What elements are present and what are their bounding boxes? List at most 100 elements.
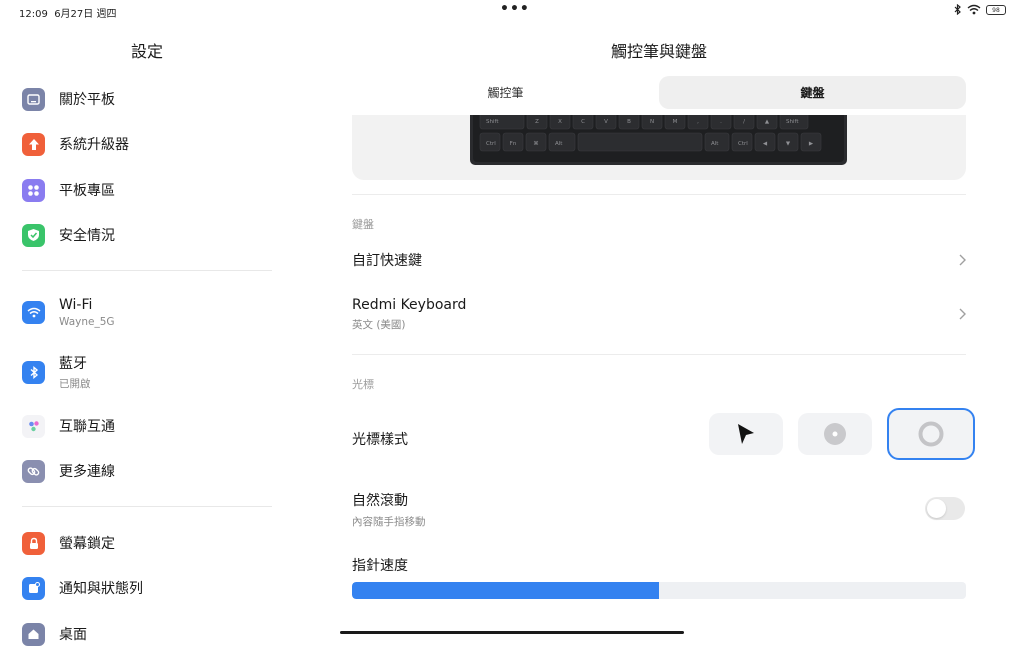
tab-stylus[interactable]: 觸控筆: [352, 76, 659, 109]
keyboard-illustration-card: Shift Z X C V B N M,. / ▲ Shift Ctrl Fn ⌘ Alt Alt Ctrl ◀…: [352, 115, 966, 180]
natural-scroll-label: 自然滾動: [352, 492, 408, 509]
keyboard-key-label: /: [743, 119, 745, 125]
sidebar-item-screen-lock[interactable]: 螢幕鎖定: [22, 523, 272, 563]
keyboard-key-label: Ctrl: [486, 141, 496, 147]
settings-sidebar: 設定 關於平板 系統升級器 平板專區 安全情況 Wi-Fi Wayne_5G 藍…: [0, 24, 294, 646]
dot-cursor-icon: [824, 423, 846, 445]
battery-level: 98: [992, 6, 1000, 14]
keyboard-key-label: ,: [697, 119, 699, 125]
chevron-right-icon: [959, 254, 966, 266]
sidebar-item-label: 藍牙: [59, 356, 87, 372]
sidebar-item-label: 通知與狀態列: [59, 581, 143, 597]
interconnect-icon: [22, 414, 45, 438]
sidebar-item-interconnect[interactable]: 互聯互通: [22, 406, 272, 446]
status-clock: 12:09 6月27日 週四: [19, 5, 116, 20]
home-indicator[interactable]: [340, 631, 684, 634]
keyboard-key: [577, 132, 703, 152]
notification-icon: [22, 576, 45, 600]
keyboard-key-label: V: [604, 119, 608, 125]
bluetooth-status-icon: [954, 4, 961, 15]
cursor-style-row: 光標樣式: [352, 427, 652, 451]
sidebar-item-label: Wi-Fi: [59, 296, 93, 313]
keyboard-key-label: Fn: [510, 141, 517, 147]
battery-icon: 98: [986, 4, 1006, 15]
cursor-style-options: [709, 408, 975, 460]
status-icons: 98: [953, 4, 1006, 15]
sidebar-item-label: 更多連線: [59, 464, 115, 480]
pointer-speed-slider[interactable]: [352, 582, 966, 599]
sidebar-divider: [22, 270, 272, 271]
keyboard-illustration: Shift Z X C V B N M,. / ▲ Shift Ctrl Fn ⌘ Alt Alt Ctrl ◀…: [470, 115, 847, 165]
section-divider: [352, 354, 966, 355]
wifi-icon: [22, 300, 45, 324]
lock-icon: [22, 531, 45, 555]
bluetooth-icon: [22, 360, 45, 384]
sidebar-item-label: 桌面: [59, 627, 87, 643]
cursor-option-ring[interactable]: [887, 408, 975, 460]
natural-scroll-row: 自然滾動 內容隨手指移動: [352, 490, 752, 528]
ring-cursor-icon: [918, 421, 944, 447]
sidebar-item-tablet-zone[interactable]: 平板專區: [22, 170, 272, 210]
keyboard-key-label: N: [650, 119, 654, 125]
arrow-cursor-icon: [738, 424, 754, 444]
keyboard-name: Redmi Keyboard: [352, 296, 467, 313]
apps-grid-icon: [22, 178, 45, 202]
sidebar-item-security[interactable]: 安全情況: [22, 215, 272, 255]
keyboard-key-label: Shift: [786, 119, 799, 125]
keyboard-key-label: Z: [535, 119, 539, 125]
sidebar-item-label: 螢幕鎖定: [59, 536, 115, 552]
toggle-knob: [927, 499, 946, 518]
bluetooth-status: 已開啟: [59, 378, 91, 390]
keyboard-key-label: Alt: [711, 141, 719, 147]
custom-shortcuts-row[interactable]: 自訂快速鍵: [352, 248, 966, 272]
tab-keyboard[interactable]: 鍵盤: [659, 76, 966, 109]
redmi-keyboard-row[interactable]: Redmi Keyboard 英文 (美國): [352, 295, 966, 333]
sidebar-item-more-connections[interactable]: 更多連線: [22, 451, 272, 491]
sidebar-title: 設定: [130, 42, 163, 61]
section-divider: [352, 194, 966, 195]
section-header-keyboard: 鍵盤: [352, 218, 374, 231]
shield-check-icon: [22, 223, 45, 247]
tab-bar: 觸控筆 鍵盤: [352, 76, 966, 109]
upgrade-arrow-icon: [22, 132, 45, 156]
sidebar-item-bluetooth[interactable]: 藍牙 已開啟: [22, 352, 272, 392]
tablet-icon: [22, 87, 45, 111]
link-icon: [22, 459, 45, 483]
keyboard-key-label: Alt: [555, 141, 563, 147]
more-dots-icon[interactable]: •••: [500, 1, 530, 17]
wifi-status-icon: [967, 4, 981, 15]
sidebar-item-label: 互聯互通: [59, 419, 115, 435]
keyboard-key-label: .: [720, 119, 722, 125]
pointer-speed-row: 指針速度: [352, 554, 652, 576]
sidebar-item-label: 平板專區: [59, 183, 115, 199]
sidebar-item-label: 關於平板: [59, 92, 115, 108]
sidebar-divider: [22, 506, 272, 507]
sidebar-item-label: 系統升級器: [59, 137, 129, 153]
keyboard-key-label: X: [558, 119, 562, 125]
sidebar-item-system-upgrade[interactable]: 系統升級器: [22, 124, 272, 164]
keyboard-key-label: M: [673, 119, 678, 125]
status-date: 6月27日 週四: [54, 9, 117, 20]
sidebar-item-wifi[interactable]: Wi-Fi Wayne_5G: [22, 292, 272, 332]
main-panel: 觸控筆與鍵盤 觸控筆 鍵盤 Shift Z X C V B N M,. / ▲ Shift Ctrl…: [310, 24, 1024, 640]
cursor-style-label: 光標樣式: [352, 432, 408, 448]
pointer-speed-fill: [352, 582, 659, 599]
section-header-cursor: 光標: [352, 378, 374, 391]
sidebar-item-about-tablet[interactable]: 關於平板: [22, 79, 272, 119]
status-bar: 12:09 6月27日 週四 ••• 98: [0, 0, 1024, 24]
cursor-option-arrow[interactable]: [709, 413, 783, 455]
keyboard-key-label: B: [627, 119, 631, 125]
status-time: 12:09: [19, 9, 48, 20]
keyboard-key-label: ⌘: [533, 140, 539, 147]
natural-scroll-toggle[interactable]: [925, 497, 965, 520]
pointer-speed-label: 指針速度: [352, 558, 408, 574]
sidebar-item-notifications[interactable]: 通知與狀態列: [22, 568, 272, 608]
sidebar-item-desktop[interactable]: 桌面: [22, 614, 272, 654]
custom-shortcuts-label: 自訂快速鍵: [352, 253, 422, 269]
keyboard-layout: 英文 (美國): [352, 318, 406, 331]
natural-scroll-description: 內容隨手指移動: [352, 515, 426, 528]
page-title: 觸控筆與鍵盤: [610, 42, 707, 61]
home-icon: [22, 622, 45, 646]
sidebar-item-label: 安全情況: [59, 228, 115, 244]
cursor-option-dot[interactable]: [798, 413, 872, 455]
